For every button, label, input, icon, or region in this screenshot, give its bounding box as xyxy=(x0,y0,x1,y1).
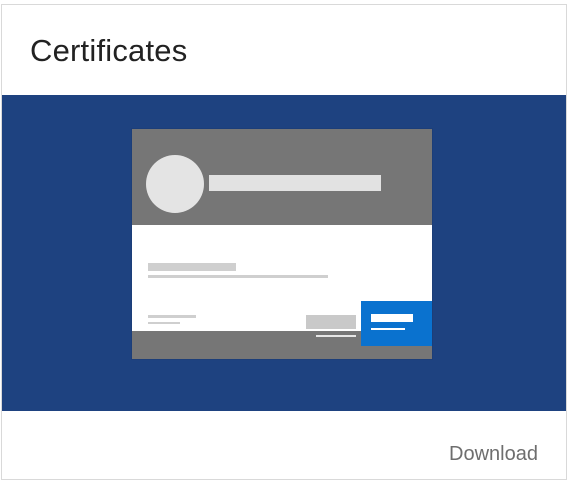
certificate-illustration-icon xyxy=(132,129,432,359)
illustration-name-line xyxy=(209,175,381,191)
illustration-header xyxy=(132,129,432,225)
illustration-text-line xyxy=(316,335,356,337)
card-header: Certificates xyxy=(2,5,566,95)
illustration-avatar xyxy=(146,155,204,213)
illustration-gray-button xyxy=(306,315,356,329)
illustration-button-bar xyxy=(371,328,405,330)
card-footer: Download xyxy=(2,411,566,481)
certificates-card: Certificates Download xyxy=(1,4,567,480)
illustration-text-line xyxy=(148,275,328,278)
card-title: Certificates xyxy=(30,33,188,68)
illustration-text-line xyxy=(148,322,180,324)
download-link[interactable]: Download xyxy=(449,443,538,466)
illustration-text-line xyxy=(148,315,196,318)
card-banner xyxy=(2,95,566,411)
illustration-button-bar xyxy=(371,314,413,322)
illustration-text-line xyxy=(148,263,236,271)
illustration-blue-button xyxy=(361,301,432,346)
